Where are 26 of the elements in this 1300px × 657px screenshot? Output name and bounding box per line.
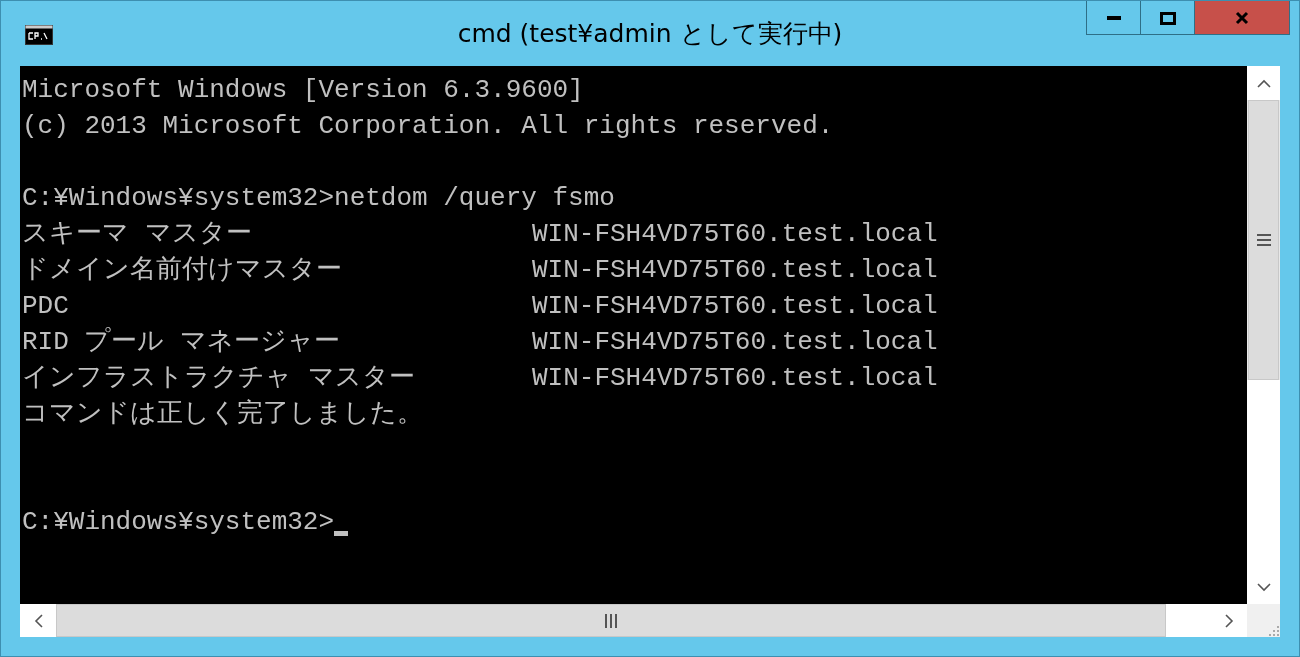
grip-icon: [605, 613, 617, 628]
minimize-icon: [1106, 15, 1121, 20]
grip-icon: [1256, 234, 1271, 246]
console-app-icon: [25, 25, 53, 45]
scroll-thumb[interactable]: [1248, 100, 1279, 380]
console-line: コマンドは正しく完了しました。: [22, 398, 423, 431]
command-prompt: C:¥Windows¥system32>: [22, 506, 335, 539]
server-name: WIN-FSH4VD75T60.test.local: [532, 362, 938, 395]
close-icon: [1235, 10, 1249, 25]
fsmo-role: PDC: [22, 290, 70, 323]
window-title: cmd (test¥admin として実行中): [457, 18, 843, 50]
server-name: WIN-FSH4VD75T60.test.local: [532, 290, 938, 323]
server-name: WIN-FSH4VD75T60.test.local: [532, 254, 938, 287]
console-line: Microsoft Windows [Version 6.3.9600]: [22, 74, 584, 107]
console-line: C:¥Windows¥system32>netdom /query fsmo: [22, 182, 615, 215]
server-name: WIN-FSH4VD75T60.test.local: [532, 326, 938, 359]
console-line: (c) 2013 Microsoft Corporation. All rights reserved.: [22, 110, 834, 143]
server-name: WIN-FSH4VD75T60.test.local: [532, 218, 938, 251]
maximize-icon: [1159, 10, 1176, 25]
vertical-scrollbar[interactable]: [1247, 66, 1280, 604]
minimize-button[interactable]: [1086, 1, 1141, 35]
resize-grip-icon: [1266, 623, 1280, 637]
fsmo-role: スキーマ マスター: [22, 218, 253, 251]
fsmo-role: RID プール マネージャー: [22, 326, 341, 359]
fsmo-role: ドメイン名前付けマスター: [22, 254, 343, 287]
fsmo-role: インフラストラクチャ マスター: [22, 362, 416, 395]
